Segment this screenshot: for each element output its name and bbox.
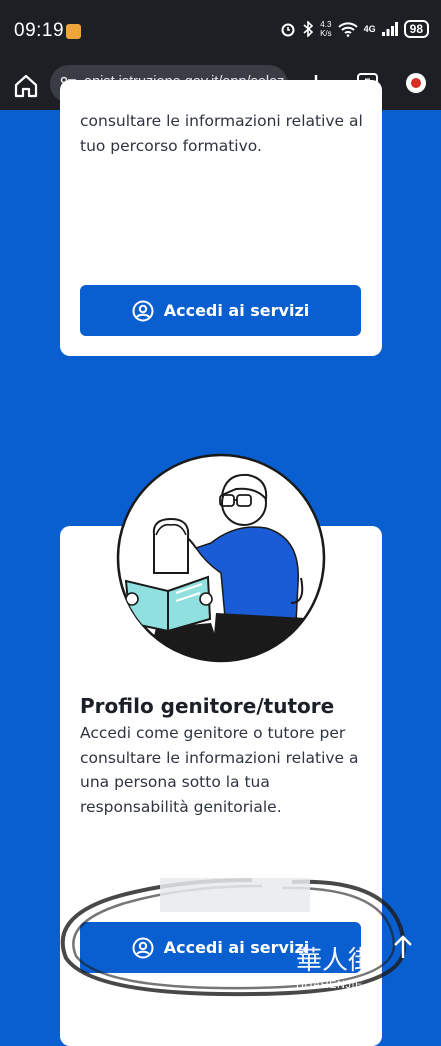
network-speed: 4.3 K/s	[320, 20, 332, 38]
access-services-button[interactable]: Accedi ai servizi	[80, 285, 361, 336]
network-type: 4G	[363, 24, 376, 34]
status-time: 09:19	[14, 20, 65, 41]
home-icon[interactable]	[12, 72, 40, 100]
scroll-top-icon[interactable]	[392, 934, 414, 960]
signal-icon	[381, 22, 398, 36]
student-profile-card: consultare le informazioni relative al t…	[60, 80, 382, 356]
parent-child-illustration	[116, 453, 326, 663]
battery-level: 98	[403, 20, 429, 38]
speed-value: 4.3	[320, 20, 332, 29]
button-label: Accedi ai servizi	[163, 301, 310, 320]
status-icons: 4.3 K/s 4G 98	[280, 20, 429, 38]
card-description: consultare le informazioni relative al t…	[80, 112, 363, 155]
user-circle-icon	[132, 300, 154, 321]
redacted-area	[160, 878, 310, 912]
menu-icon[interactable]	[406, 73, 426, 93]
watermark-latin: HUARENJIE	[296, 979, 363, 991]
alarm-icon	[281, 23, 295, 37]
wifi-icon	[337, 22, 358, 37]
speed-unit: K/s	[320, 29, 332, 38]
app-notification-icon	[66, 24, 81, 39]
bluetooth-icon	[303, 21, 314, 37]
card-title: Profilo genitore/tutore	[80, 694, 335, 718]
update-dot-icon	[411, 78, 421, 88]
watermark-chinese: 華人街	[296, 946, 375, 976]
card-description: Accedi come genitore o tutore per consul…	[80, 724, 359, 816]
status-bar: 09:19 4.3 K/s 4G 98	[0, 0, 441, 62]
